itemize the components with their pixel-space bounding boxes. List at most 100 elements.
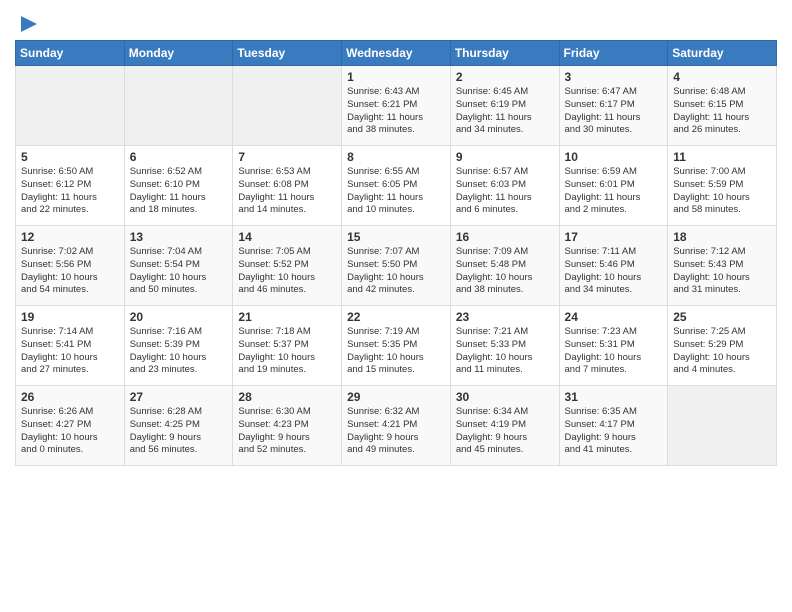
day-number: 13	[130, 230, 228, 244]
calendar-cell: 10 Sunrise: 6:59 AM Sunset: 6:01 PM Dayli…	[559, 146, 668, 226]
day-number: 7	[238, 150, 336, 164]
day-number: 10	[565, 150, 663, 164]
cell-content: Sunrise: 6:50 AM Sunset: 6:12 PM Dayligh…	[21, 166, 119, 217]
day-number: 11	[673, 150, 771, 164]
cell-content: Sunrise: 6:26 AM Sunset: 4:27 PM Dayligh…	[21, 406, 119, 457]
day-number: 17	[565, 230, 663, 244]
cell-content: Sunrise: 7:25 AM Sunset: 5:29 PM Dayligh…	[673, 326, 771, 377]
cell-content: Sunrise: 6:47 AM Sunset: 6:17 PM Dayligh…	[565, 86, 663, 137]
cell-content: Sunrise: 7:11 AM Sunset: 5:46 PM Dayligh…	[565, 246, 663, 297]
calendar-week-row: 1 Sunrise: 6:43 AM Sunset: 6:21 PM Daylig…	[16, 66, 777, 146]
day-number: 3	[565, 70, 663, 84]
day-number: 2	[456, 70, 554, 84]
col-saturday: Saturday	[668, 41, 777, 66]
header	[15, 10, 777, 36]
calendar-week-row: 26 Sunrise: 6:26 AM Sunset: 4:27 PM Dayli…	[16, 386, 777, 466]
day-number: 14	[238, 230, 336, 244]
day-number: 29	[347, 390, 445, 404]
cell-content: Sunrise: 6:57 AM Sunset: 6:03 PM Dayligh…	[456, 166, 554, 217]
cell-content: Sunrise: 6:55 AM Sunset: 6:05 PM Dayligh…	[347, 166, 445, 217]
col-thursday: Thursday	[450, 41, 559, 66]
col-wednesday: Wednesday	[342, 41, 451, 66]
calendar-cell: 28Sunrise: 6:30 AM Sunset: 4:23 PM Dayli…	[233, 386, 342, 466]
calendar-cell	[233, 66, 342, 146]
calendar-cell	[16, 66, 125, 146]
calendar-cell: 14 Sunrise: 7:05 AM Sunset: 5:52 PM Dayli…	[233, 226, 342, 306]
cell-content: Sunrise: 6:34 AM Sunset: 4:19 PM Dayligh…	[456, 406, 554, 457]
cell-content: Sunrise: 7:05 AM Sunset: 5:52 PM Dayligh…	[238, 246, 336, 297]
calendar-header-row: Sunday Monday Tuesday Wednesday Thursday…	[16, 41, 777, 66]
cell-content: Sunrise: 6:45 AM Sunset: 6:19 PM Dayligh…	[456, 86, 554, 137]
cell-content: Sunrise: 7:14 AM Sunset: 5:41 PM Dayligh…	[21, 326, 119, 377]
calendar-cell: 18 Sunrise: 7:12 AM Sunset: 5:43 PM Dayli…	[668, 226, 777, 306]
cell-content: Sunrise: 7:23 AM Sunset: 5:31 PM Dayligh…	[565, 326, 663, 377]
calendar-cell: 24 Sunrise: 7:23 AM Sunset: 5:31 PM Dayli…	[559, 306, 668, 386]
day-number: 28	[238, 390, 336, 404]
logo-icon	[17, 14, 39, 36]
calendar-cell: 20 Sunrise: 7:16 AM Sunset: 5:39 PM Dayli…	[124, 306, 233, 386]
calendar-cell: 30 Sunrise: 6:34 AM Sunset: 4:19 PM Dayli…	[450, 386, 559, 466]
calendar-cell: 22 Sunrise: 7:19 AM Sunset: 5:35 PM Dayli…	[342, 306, 451, 386]
calendar-cell: 29 Sunrise: 6:32 AM Sunset: 4:21 PM Dayli…	[342, 386, 451, 466]
cell-content: Sunrise: 6:59 AM Sunset: 6:01 PM Dayligh…	[565, 166, 663, 217]
calendar-cell: 19Sunrise: 7:14 AM Sunset: 5:41 PM Dayli…	[16, 306, 125, 386]
calendar-cell: 31 Sunrise: 6:35 AM Sunset: 4:17 PM Dayli…	[559, 386, 668, 466]
calendar-cell: 4 Sunrise: 6:48 AM Sunset: 6:15 PM Daylig…	[668, 66, 777, 146]
day-number: 26	[21, 390, 119, 404]
day-number: 24	[565, 310, 663, 324]
cell-content: Sunrise: 7:12 AM Sunset: 5:43 PM Dayligh…	[673, 246, 771, 297]
day-number: 16	[456, 230, 554, 244]
day-number: 31	[565, 390, 663, 404]
cell-content: Sunrise: 7:21 AM Sunset: 5:33 PM Dayligh…	[456, 326, 554, 377]
col-monday: Monday	[124, 41, 233, 66]
cell-content: Sunrise: 7:19 AM Sunset: 5:35 PM Dayligh…	[347, 326, 445, 377]
day-number: 27	[130, 390, 228, 404]
calendar-cell: 9Sunrise: 6:57 AM Sunset: 6:03 PM Daylig…	[450, 146, 559, 226]
calendar-cell: 5 Sunrise: 6:50 AM Sunset: 6:12 PM Daylig…	[16, 146, 125, 226]
day-number: 21	[238, 310, 336, 324]
day-number: 30	[456, 390, 554, 404]
calendar-cell: 12 Sunrise: 7:02 AM Sunset: 5:56 PM Dayli…	[16, 226, 125, 306]
cell-content: Sunrise: 7:04 AM Sunset: 5:54 PM Dayligh…	[130, 246, 228, 297]
calendar-cell: 15Sunrise: 7:07 AM Sunset: 5:50 PM Dayli…	[342, 226, 451, 306]
logo	[15, 14, 39, 36]
cell-content: Sunrise: 6:43 AM Sunset: 6:21 PM Dayligh…	[347, 86, 445, 137]
cell-content: Sunrise: 6:53 AM Sunset: 6:08 PM Dayligh…	[238, 166, 336, 217]
calendar-week-row: 5 Sunrise: 6:50 AM Sunset: 6:12 PM Daylig…	[16, 146, 777, 226]
day-number: 22	[347, 310, 445, 324]
calendar-cell	[668, 386, 777, 466]
calendar-cell: 23Sunrise: 7:21 AM Sunset: 5:33 PM Dayli…	[450, 306, 559, 386]
calendar-cell: 7 Sunrise: 6:53 AM Sunset: 6:08 PM Daylig…	[233, 146, 342, 226]
page: Sunday Monday Tuesday Wednesday Thursday…	[0, 0, 792, 612]
col-friday: Friday	[559, 41, 668, 66]
cell-content: Sunrise: 7:09 AM Sunset: 5:48 PM Dayligh…	[456, 246, 554, 297]
day-number: 12	[21, 230, 119, 244]
calendar-cell: 8 Sunrise: 6:55 AM Sunset: 6:05 PM Daylig…	[342, 146, 451, 226]
calendar-cell: 27Sunrise: 6:28 AM Sunset: 4:25 PM Dayli…	[124, 386, 233, 466]
day-number: 5	[21, 150, 119, 164]
calendar-cell: 2 Sunrise: 6:45 AM Sunset: 6:19 PM Daylig…	[450, 66, 559, 146]
day-number: 20	[130, 310, 228, 324]
cell-content: Sunrise: 7:00 AM Sunset: 5:59 PM Dayligh…	[673, 166, 771, 217]
calendar-week-row: 12 Sunrise: 7:02 AM Sunset: 5:56 PM Dayli…	[16, 226, 777, 306]
calendar-cell: 26 Sunrise: 6:26 AM Sunset: 4:27 PM Dayli…	[16, 386, 125, 466]
cell-content: Sunrise: 7:07 AM Sunset: 5:50 PM Dayligh…	[347, 246, 445, 297]
calendar-cell: 6 Sunrise: 6:52 AM Sunset: 6:10 PM Daylig…	[124, 146, 233, 226]
calendar-cell: 16 Sunrise: 7:09 AM Sunset: 5:48 PM Dayli…	[450, 226, 559, 306]
day-number: 18	[673, 230, 771, 244]
day-number: 1	[347, 70, 445, 84]
cell-content: Sunrise: 7:02 AM Sunset: 5:56 PM Dayligh…	[21, 246, 119, 297]
day-number: 8	[347, 150, 445, 164]
cell-content: Sunrise: 6:52 AM Sunset: 6:10 PM Dayligh…	[130, 166, 228, 217]
day-number: 6	[130, 150, 228, 164]
col-sunday: Sunday	[16, 41, 125, 66]
cell-content: Sunrise: 7:16 AM Sunset: 5:39 PM Dayligh…	[130, 326, 228, 377]
cell-content: Sunrise: 6:32 AM Sunset: 4:21 PM Dayligh…	[347, 406, 445, 457]
calendar-cell: 21Sunrise: 7:18 AM Sunset: 5:37 PM Dayli…	[233, 306, 342, 386]
calendar-cell: 3 Sunrise: 6:47 AM Sunset: 6:17 PM Daylig…	[559, 66, 668, 146]
cell-content: Sunrise: 6:35 AM Sunset: 4:17 PM Dayligh…	[565, 406, 663, 457]
cell-content: Sunrise: 6:48 AM Sunset: 6:15 PM Dayligh…	[673, 86, 771, 137]
day-number: 4	[673, 70, 771, 84]
calendar-cell: 11 Sunrise: 7:00 AM Sunset: 5:59 PM Dayli…	[668, 146, 777, 226]
calendar-cell	[124, 66, 233, 146]
